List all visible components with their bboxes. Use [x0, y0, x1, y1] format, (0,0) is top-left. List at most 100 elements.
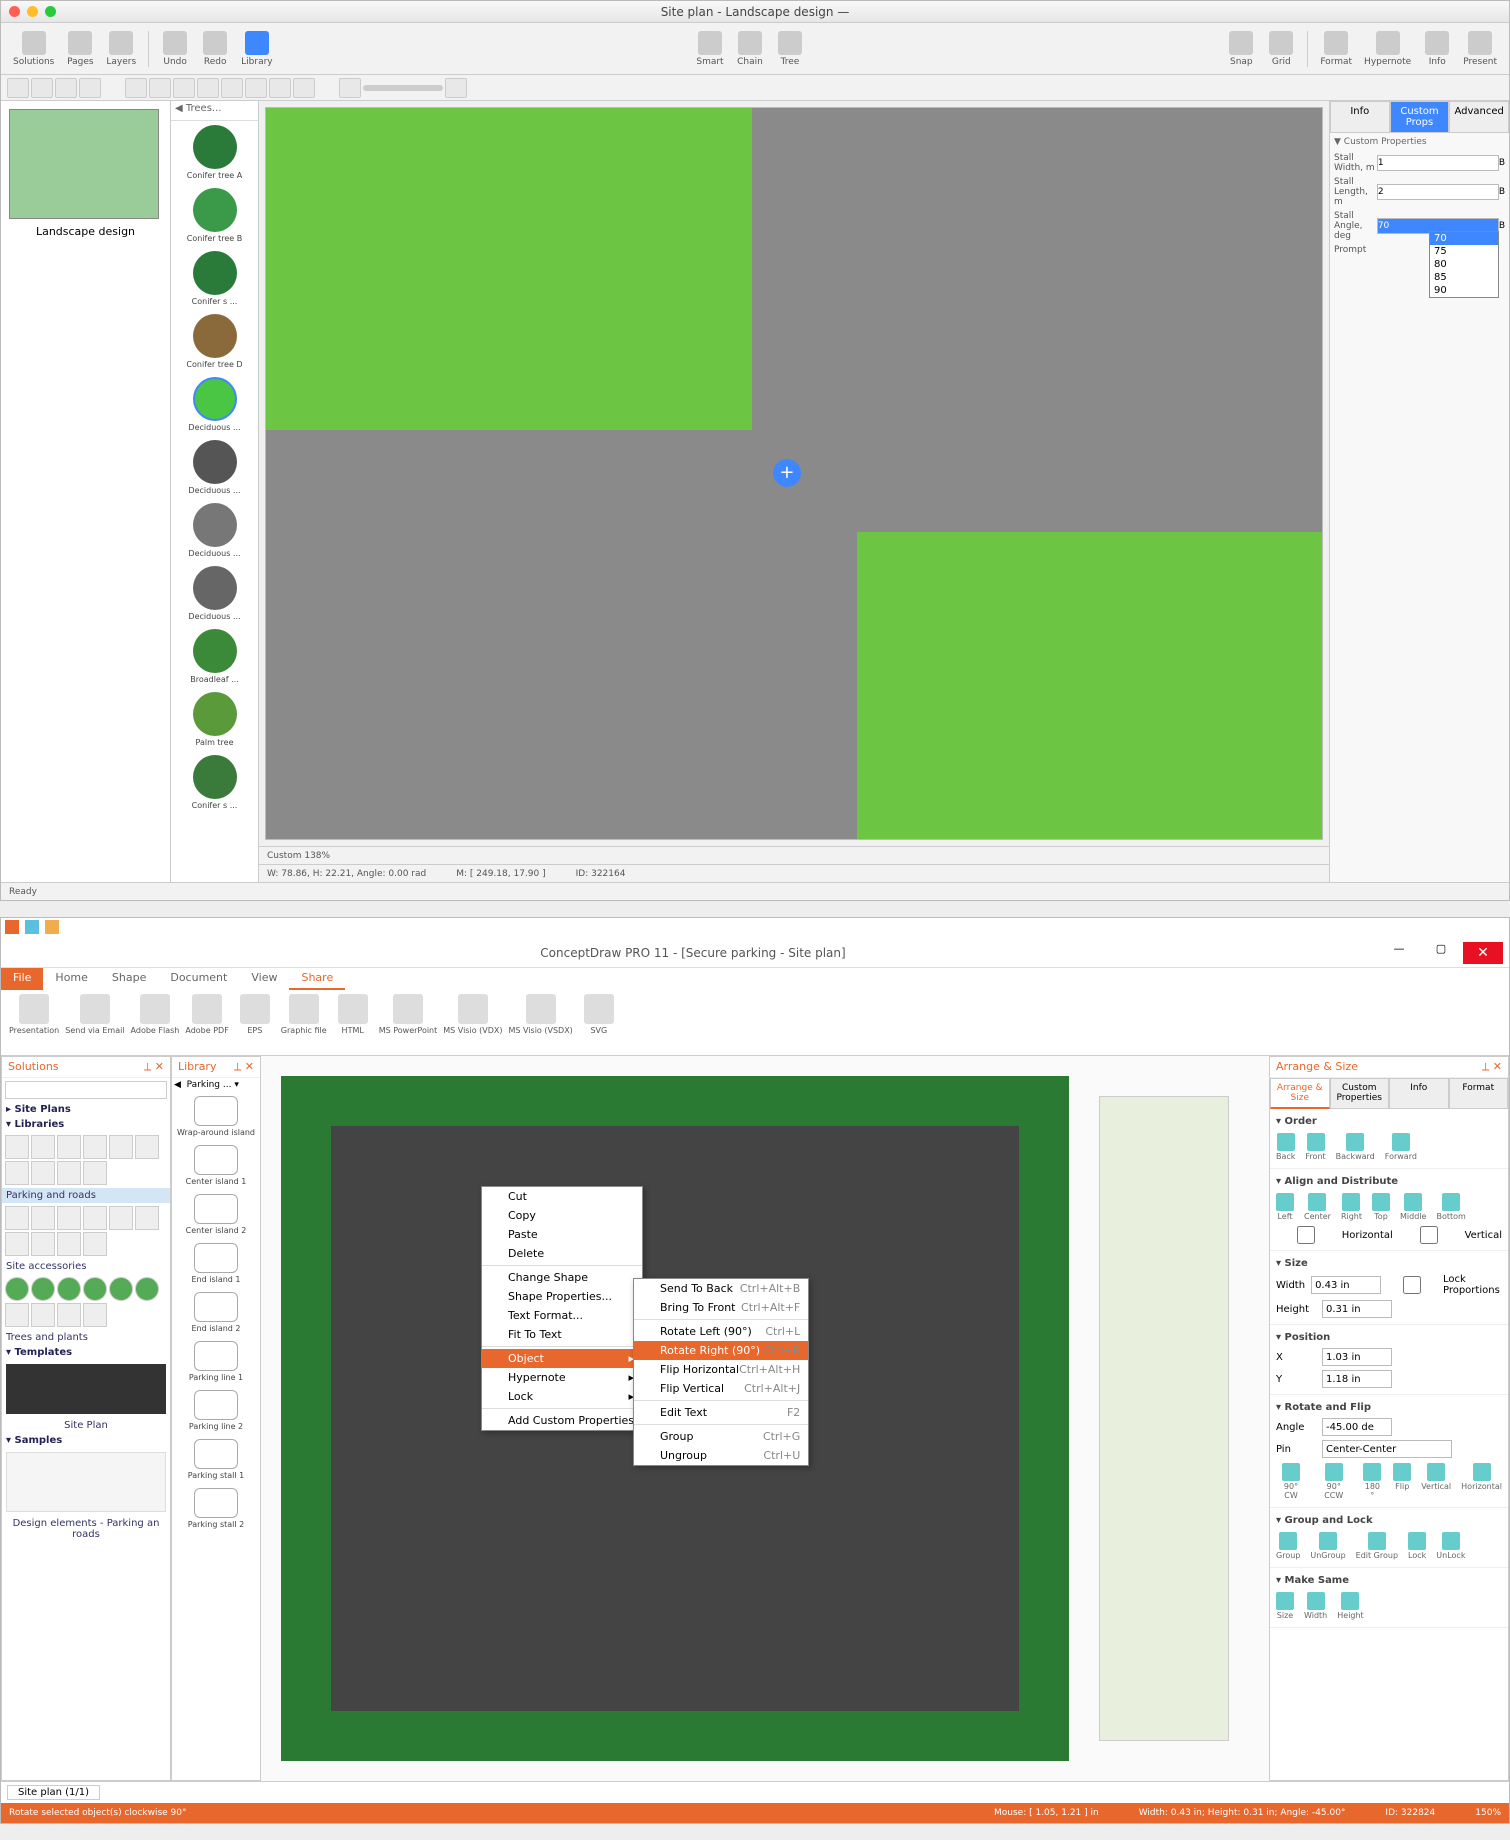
sample-thumb[interactable]	[6, 1452, 166, 1512]
library-item[interactable]: Deciduous ...	[171, 373, 258, 436]
menu-item[interactable]: Edit TextF2	[634, 1403, 808, 1422]
icon-button[interactable]: UnGroup	[1310, 1532, 1345, 1560]
library-item[interactable]: Conifer tree D	[171, 310, 258, 373]
icon-button[interactable]: Edit Group	[1356, 1532, 1398, 1560]
library-item[interactable]: Deciduous ...	[171, 562, 258, 625]
tab-shape[interactable]: Shape	[100, 968, 158, 990]
tab-info2[interactable]: Info	[1389, 1078, 1449, 1109]
tool-h[interactable]	[293, 78, 315, 98]
library-item[interactable]: End island 2	[172, 1288, 260, 1337]
text-tool[interactable]	[31, 78, 53, 98]
library-item[interactable]: Conifer s ...	[171, 751, 258, 814]
icon-button[interactable]: Height	[1337, 1592, 1363, 1620]
library-item[interactable]: Center island 2	[172, 1190, 260, 1239]
library-button[interactable]: Library	[237, 29, 276, 69]
tab-share[interactable]: Share	[289, 968, 345, 990]
ribbon-button[interactable]: Adobe PDF	[185, 994, 228, 1035]
menu-item[interactable]: Lock▸	[482, 1387, 642, 1406]
library-item[interactable]: Parking line 1	[172, 1337, 260, 1386]
icon-button[interactable]: Middle	[1400, 1193, 1426, 1221]
icon-button[interactable]: Bottom	[1436, 1193, 1465, 1221]
library-item[interactable]: Conifer s ...	[171, 247, 258, 310]
library-item[interactable]: Deciduous ...	[171, 436, 258, 499]
menu-item[interactable]: Text Format...	[482, 1306, 642, 1325]
menu-item[interactable]: Fit To Text	[482, 1325, 642, 1344]
ribbon-button[interactable]: MS PowerPoint	[379, 994, 438, 1035]
library-item[interactable]: Conifer tree B	[171, 184, 258, 247]
ribbon-button[interactable]: SVG	[579, 994, 619, 1035]
tab-custom[interactable]: Custom Properties	[1330, 1078, 1390, 1109]
zoom-out-icon[interactable]	[339, 78, 361, 98]
icon-button[interactable]: Center	[1304, 1193, 1331, 1221]
height-input[interactable]	[1322, 1300, 1392, 1318]
menu-item[interactable]: UngroupCtrl+U	[634, 1446, 808, 1465]
tab-home[interactable]: Home	[43, 968, 99, 990]
ribbon-button[interactable]: HTML	[333, 994, 373, 1035]
pin-icon[interactable]: ⟂ ✕	[1482, 1060, 1502, 1074]
tree-site-plans[interactable]: ▸ Site Plans	[2, 1102, 170, 1117]
pin-icon[interactable]: ⟂ ✕	[234, 1060, 254, 1074]
icon-button[interactable]: Horizontal	[1461, 1463, 1502, 1500]
library-item[interactable]: Wrap-around island	[172, 1092, 260, 1141]
icon-button[interactable]: Group	[1276, 1532, 1300, 1560]
tool-b[interactable]	[149, 78, 171, 98]
library-dropdown[interactable]: ◀ Trees...	[171, 101, 258, 121]
format-button[interactable]: Format	[1316, 29, 1356, 69]
tab-file[interactable]: File	[1, 968, 43, 990]
library-item[interactable]: Parking line 2	[172, 1386, 260, 1435]
tab-format[interactable]: Format	[1449, 1078, 1509, 1109]
tab-document[interactable]: Document	[158, 968, 239, 990]
tool-e[interactable]	[221, 78, 243, 98]
tree-button[interactable]: Tree	[772, 29, 808, 69]
icon-button[interactable]: Forward	[1385, 1133, 1417, 1161]
zoom-in-icon[interactable]	[445, 78, 467, 98]
menu-item[interactable]: Flip VerticalCtrl+Alt+J	[634, 1379, 808, 1398]
icon-button[interactable]: Back	[1276, 1133, 1295, 1161]
menu-item[interactable]: GroupCtrl+G	[634, 1427, 808, 1446]
icon-button[interactable]: Flip	[1393, 1463, 1411, 1500]
add-icon[interactable]: +	[773, 459, 801, 487]
menu-item[interactable]: Copy	[482, 1206, 642, 1225]
icon-button[interactable]: 90° CW	[1276, 1463, 1306, 1500]
present-button[interactable]: Present	[1459, 29, 1501, 69]
vertical-check[interactable]	[1399, 1226, 1459, 1244]
icon-button[interactable]: Top	[1372, 1193, 1390, 1221]
stall-width-input[interactable]	[1377, 155, 1499, 171]
smart-button[interactable]: Smart	[692, 29, 728, 69]
menu-item[interactable]: Rotate Left (90°)Ctrl+L	[634, 1322, 808, 1341]
horizontal-check[interactable]	[1276, 1226, 1336, 1244]
menu-item[interactable]: Delete	[482, 1244, 642, 1263]
maximize-icon[interactable]: ▢	[1421, 942, 1461, 964]
solutions-button[interactable]: Solutions	[9, 29, 58, 69]
library-item[interactable]: Broadleaf ...	[171, 625, 258, 688]
library-item[interactable]: Deciduous ...	[171, 499, 258, 562]
tree-templates[interactable]: ▾ Templates	[2, 1345, 170, 1360]
menu-item[interactable]: Rotate Right (90°)Ctrl+R	[634, 1341, 808, 1360]
redo-button[interactable]: Redo	[197, 29, 233, 69]
qa-icon[interactable]	[45, 920, 59, 934]
lib-swatch[interactable]	[2, 1203, 170, 1259]
tool-f[interactable]	[245, 78, 267, 98]
tool-g[interactable]	[269, 78, 291, 98]
angle-input[interactable]	[1322, 1418, 1392, 1436]
minimize-icon[interactable]: —	[1379, 942, 1419, 964]
chain-button[interactable]: Chain	[732, 29, 768, 69]
menu-item[interactable]: Paste	[482, 1225, 642, 1244]
pin-select[interactable]	[1322, 1440, 1452, 1458]
ribbon-button[interactable]: MS Visio (VDX)	[443, 994, 502, 1035]
snap-button[interactable]: Snap	[1223, 29, 1259, 69]
menu-item[interactable]: Object▸	[482, 1349, 642, 1368]
library-item[interactable]: Parking stall 2	[172, 1484, 260, 1533]
angle-dropdown[interactable]: 7075808590	[1429, 231, 1499, 298]
tree-libraries[interactable]: ▾ Libraries	[2, 1117, 170, 1132]
icon-button[interactable]: Vertical	[1421, 1463, 1451, 1500]
page-thumbnail[interactable]	[9, 109, 159, 219]
tree-samples[interactable]: ▾ Samples	[2, 1433, 170, 1448]
icon-button[interactable]: 180 °	[1362, 1463, 1384, 1500]
y-input[interactable]	[1322, 1370, 1392, 1388]
icon-button[interactable]: Front	[1305, 1133, 1325, 1161]
menu-item[interactable]: Bring To FrontCtrl+Alt+F	[634, 1298, 808, 1317]
width-input[interactable]	[1311, 1276, 1381, 1294]
canvas-win[interactable]: CutCopyPasteDeleteChange ShapeShape Prop…	[261, 1056, 1269, 1781]
tool-a[interactable]	[125, 78, 147, 98]
